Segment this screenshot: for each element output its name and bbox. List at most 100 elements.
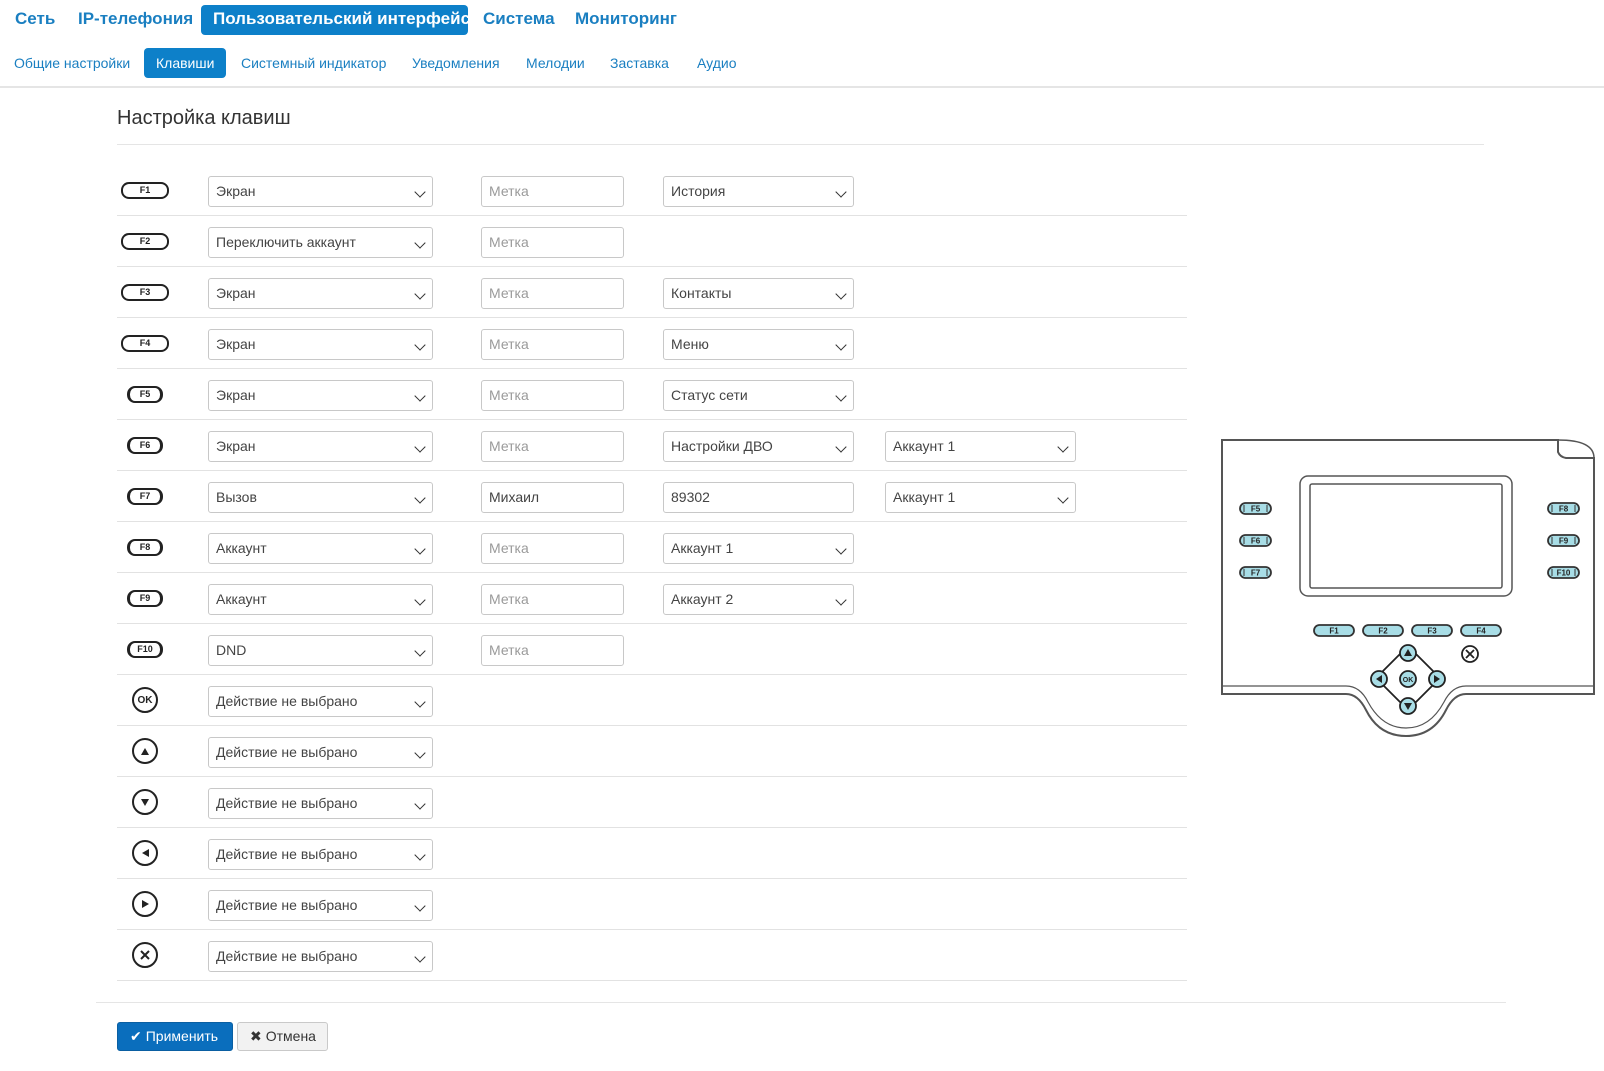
action-select[interactable]: Вызов: [208, 482, 433, 513]
diagram-key-f7-label: F7: [1251, 569, 1261, 578]
param-select[interactable]: Меню: [663, 329, 854, 360]
title-divider: [117, 144, 1484, 145]
chevron-down-icon: [1057, 441, 1069, 453]
chevron-down-icon: [414, 543, 426, 555]
label-input[interactable]: Метка: [481, 584, 624, 615]
account-select-value: Аккаунт 1: [893, 489, 956, 505]
param-select[interactable]: Контакты: [663, 278, 854, 309]
label-input[interactable]: Метка: [481, 380, 624, 411]
key-f6-icon: F6: [121, 432, 169, 458]
action-select-value: Действие не выбрано: [216, 744, 358, 760]
action-select[interactable]: Действие не выбрано: [208, 788, 433, 819]
param-select-value: Аккаунт 1: [671, 540, 734, 556]
label-input[interactable]: Метка: [481, 329, 624, 360]
account-select-value: Аккаунт 1: [893, 438, 956, 454]
action-select[interactable]: Переключить аккаунт: [208, 227, 433, 258]
action-select-value: Экран: [216, 336, 256, 352]
key-row: F2 Переключить аккаунт Метка: [117, 216, 1187, 267]
key-label: F4: [121, 334, 169, 352]
key-f9-icon: F9: [121, 585, 169, 611]
chevron-down-icon: [414, 186, 426, 198]
key-f8-icon: F8: [121, 534, 169, 560]
param-select[interactable]: История: [663, 176, 854, 207]
diagram-key-f10-label: F10: [1557, 569, 1571, 578]
chevron-down-icon: [1057, 492, 1069, 504]
footer-divider: [96, 1002, 1506, 1003]
key-label: F1: [121, 181, 169, 199]
action-select-value: Аккаунт: [216, 591, 267, 607]
subnav-tab-6[interactable]: Аудио: [685, 48, 744, 78]
subnav-tab-4[interactable]: Мелодии: [514, 48, 592, 78]
label-input[interactable]: Михаил: [481, 482, 624, 513]
key-row: OK Действие не выбрано: [117, 675, 1187, 726]
diagram-ok-label: OK: [1403, 677, 1414, 684]
action-select[interactable]: Действие не выбрано: [208, 839, 433, 870]
chevron-down-icon: [414, 747, 426, 759]
diagram-key-f9-label: F9: [1559, 537, 1569, 546]
action-select[interactable]: Действие не выбрано: [208, 686, 433, 717]
key-f10-icon: F10: [121, 636, 169, 662]
key-label: F10: [127, 640, 163, 658]
diagram-cancel-icon: [1461, 645, 1479, 663]
subnav-tab-5[interactable]: Заставка: [598, 48, 679, 78]
key-row: Действие не выбрано: [117, 777, 1187, 828]
action-select[interactable]: Экран: [208, 278, 433, 309]
chevron-down-icon: [414, 288, 426, 300]
action-select[interactable]: Аккаунт: [208, 584, 433, 615]
nav-tab-1[interactable]: IP-телефония: [66, 5, 196, 35]
chevron-down-icon: [835, 441, 847, 453]
key-row: Действие не выбрано: [117, 879, 1187, 930]
action-select[interactable]: Аккаунт: [208, 533, 433, 564]
key-row: F7 Вызов Михаил 89302 Аккаунт 1: [117, 471, 1187, 522]
label-input[interactable]: Метка: [481, 278, 624, 309]
action-select-value: Аккаунт: [216, 540, 267, 556]
action-select[interactable]: Действие не выбрано: [208, 737, 433, 768]
phone-corner: [1557, 439, 1595, 459]
diagram-down-icon: [1399, 697, 1417, 715]
account-select[interactable]: Аккаунт 1: [885, 482, 1076, 513]
param-select[interactable]: Аккаунт 1: [663, 533, 854, 564]
label-input[interactable]: Метка: [481, 176, 624, 207]
nav-tab-0[interactable]: Сеть: [3, 5, 63, 35]
nav-tab-2[interactable]: Пользовательский интерфейс: [201, 5, 470, 35]
param-input[interactable]: 89302: [663, 482, 854, 513]
label-input[interactable]: Метка: [481, 635, 624, 666]
label-input[interactable]: Метка: [481, 227, 624, 258]
apply-button[interactable]: ✔ Применить: [117, 1022, 233, 1051]
phone-screen: [1309, 483, 1503, 589]
label-input[interactable]: Метка: [481, 431, 624, 462]
param-select[interactable]: Аккаунт 2: [663, 584, 854, 615]
cancel-button[interactable]: ✖ Отмена: [237, 1022, 328, 1051]
param-select[interactable]: Статус сети: [663, 380, 854, 411]
nav-tab-4[interactable]: Мониторинг: [563, 5, 684, 35]
action-select[interactable]: Экран: [208, 380, 433, 411]
key-f1-icon: F1: [121, 177, 169, 203]
key-f5-icon: F5: [121, 381, 169, 407]
action-select-value: Действие не выбрано: [216, 693, 358, 709]
nav-tab-3[interactable]: Система: [471, 5, 557, 35]
chevron-down-icon: [414, 900, 426, 912]
subnav-tab-1[interactable]: Клавиши: [144, 48, 226, 78]
action-select[interactable]: DND: [208, 635, 433, 666]
chevron-down-icon: [835, 288, 847, 300]
action-select[interactable]: Действие не выбрано: [208, 890, 433, 921]
diagram-key-f6-label: F6: [1251, 537, 1261, 546]
right-key-icon: [121, 891, 169, 917]
diagram-key-f3: F3: [1411, 624, 1453, 637]
key-row: F3 Экран Метка Контакты: [117, 267, 1187, 318]
label-input[interactable]: Метка: [481, 533, 624, 564]
diagram-left-icon: [1370, 670, 1388, 688]
action-select[interactable]: Действие не выбрано: [208, 941, 433, 972]
param-select[interactable]: Настройки ДВО: [663, 431, 854, 462]
action-select[interactable]: Экран: [208, 176, 433, 207]
action-select[interactable]: Экран: [208, 329, 433, 360]
subnav-tab-2[interactable]: Системный индикатор: [229, 48, 396, 78]
key-label: F8: [127, 538, 163, 556]
subnav-tab-0[interactable]: Общие настройки: [2, 48, 138, 78]
diagram-key-f3-label: F3: [1427, 627, 1437, 636]
chevron-down-icon: [414, 492, 426, 504]
subnav-tab-3[interactable]: Уведомления: [400, 48, 509, 78]
action-select[interactable]: Экран: [208, 431, 433, 462]
account-select[interactable]: Аккаунт 1: [885, 431, 1076, 462]
diagram-key-f2-label: F2: [1378, 627, 1388, 636]
